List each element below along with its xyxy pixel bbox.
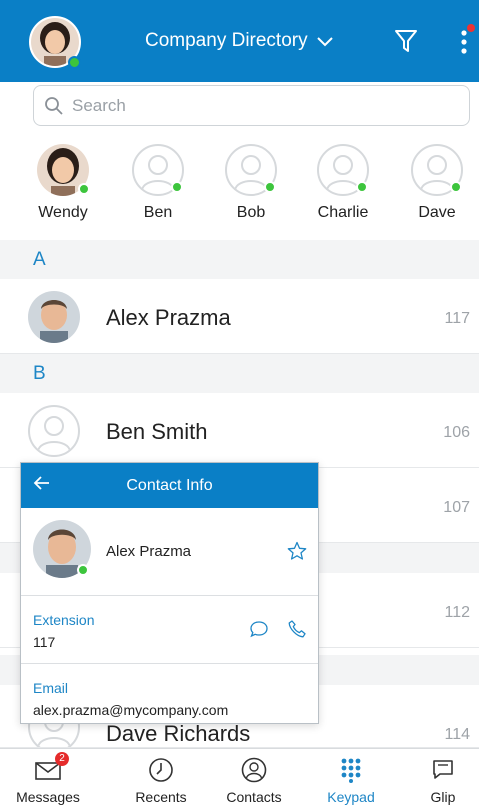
page-title: Company Directory (145, 30, 308, 51)
star-icon[interactable] (287, 541, 307, 561)
contact-extension: 106 (443, 424, 470, 441)
tab-glip[interactable]: Glip (395, 749, 479, 808)
presence-dot (450, 181, 462, 193)
avatar (225, 144, 277, 196)
filter-icon[interactable] (394, 28, 418, 54)
clock-icon (149, 758, 173, 782)
tab-label: Glip (430, 789, 456, 805)
tab-keypad[interactable]: Keypad (303, 749, 399, 808)
notification-dot (467, 24, 475, 32)
contact-name: Alex Prazma (106, 305, 231, 330)
favorite-name: Dave (418, 204, 456, 221)
tab-label: Keypad (327, 789, 375, 805)
section-header-a: A (0, 240, 479, 279)
extension-label: Extension (33, 612, 95, 628)
email-field: Email alex.prazma@mycompany.com (21, 664, 318, 732)
panel-header: Contact Info (21, 463, 318, 508)
avatar (37, 144, 90, 196)
contacts-icon (241, 757, 267, 783)
presence-dot (264, 181, 276, 193)
chat-icon[interactable] (249, 619, 269, 639)
contact-summary: Alex Prazma (21, 508, 318, 596)
presence-dot (356, 181, 368, 193)
tab-messages[interactable]: 2 Messages (0, 749, 96, 808)
search-icon (45, 96, 63, 115)
favorite-name: Bob (236, 204, 266, 221)
email-label: Email (33, 680, 69, 696)
favorite-dave[interactable]: Dave (397, 144, 477, 222)
contact-extension: 112 (444, 604, 470, 621)
contact-row[interactable]: Alex Prazma 117 (0, 279, 479, 354)
favorite-name: Wendy (38, 204, 88, 221)
glip-icon (433, 760, 453, 779)
extension-field: Extension 117 (21, 596, 318, 664)
app-header: Company Directory (0, 0, 479, 82)
panel-title: Contact Info (126, 477, 213, 494)
tab-contacts[interactable]: Contacts (206, 749, 302, 808)
directory-selector[interactable]: Company Directory (145, 30, 334, 52)
extension-value: 117 (33, 634, 56, 650)
contact-info-panel: Contact Info Alex Prazma Extension 117 E… (20, 462, 319, 724)
contact-extension: 114 (444, 726, 470, 743)
favorite-bob[interactable]: Bob (211, 144, 291, 222)
tab-recents[interactable]: Recents (113, 749, 209, 808)
avatar (132, 144, 184, 196)
favorite-name: Ben (143, 204, 173, 221)
section-letter: B (33, 363, 46, 384)
search-input[interactable] (72, 95, 432, 116)
contact-extension: 117 (444, 310, 470, 327)
avatar (411, 144, 463, 196)
tab-label: Messages (16, 789, 80, 805)
avatar (28, 291, 80, 343)
favorite-wendy[interactable]: Wendy (23, 144, 103, 222)
keypad-icon (341, 758, 361, 783)
tab-label: Recents (135, 789, 187, 805)
favorite-ben[interactable]: Ben (118, 144, 198, 222)
presence-dot (77, 564, 89, 576)
unread-badge: 2 (55, 752, 69, 766)
bottom-nav: 2 Messages Recents Contacts Keypad Glip (0, 748, 479, 808)
section-letter: A (33, 249, 46, 270)
email-value[interactable]: alex.prazma@mycompany.com (33, 702, 228, 718)
presence-dot (78, 183, 90, 195)
favorite-charlie[interactable]: Charlie (303, 144, 383, 222)
search-box[interactable] (33, 85, 470, 126)
presence-dot (68, 56, 81, 69)
avatar-photo-icon (28, 291, 80, 343)
chevron-down-icon (316, 37, 333, 47)
contact-name: Ben Smith (106, 419, 208, 444)
avatar (317, 144, 369, 196)
more-icon[interactable] (459, 28, 469, 56)
avatar (28, 405, 80, 457)
contact-row[interactable]: Ben Smith 106 (0, 393, 479, 468)
contact-name: Alex Prazma (106, 543, 192, 560)
phone-icon[interactable] (287, 619, 307, 639)
tab-label: Contacts (226, 789, 282, 805)
presence-dot (171, 181, 183, 193)
contact-extension: 107 (443, 499, 470, 516)
favorite-name: Charlie (317, 204, 369, 221)
section-header-b: B (0, 354, 479, 393)
person-icon (37, 416, 71, 452)
